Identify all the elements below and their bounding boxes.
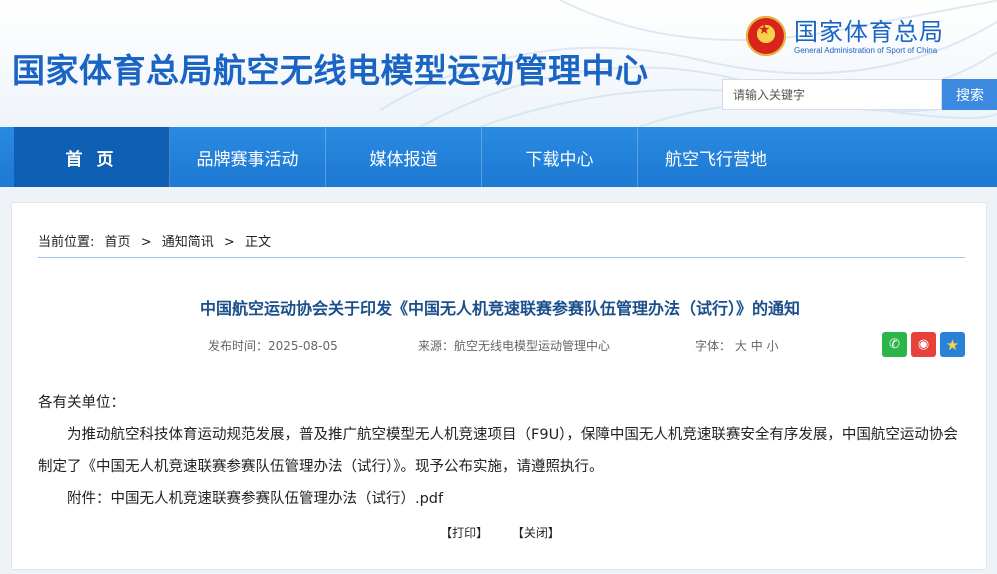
weibo-icon[interactable]: ◉ <box>911 332 936 357</box>
breadcrumb-section-link[interactable]: 通知简讯 <box>162 235 214 250</box>
logo-en-text: General Administration of Sport of China <box>794 45 938 55</box>
salutation: 各有关单位： <box>38 395 125 411</box>
wechat-icon[interactable]: ✆ <box>882 332 907 357</box>
nav-item-downloads[interactable]: 下载中心 <box>482 127 638 187</box>
site-title: 国家体育总局航空无线电模型运动管理中心 <box>12 51 649 90</box>
breadcrumb-prefix: 当前位置: <box>38 235 95 250</box>
article-actions: 【打印】 【关闭】 <box>12 524 988 541</box>
logo[interactable]: 国家体育总局 General Administration of Sport o… <box>746 16 944 56</box>
font-size-switcher: 字体： 大 中 小 <box>695 337 779 354</box>
share-bar: ✆ ◉ ★ <box>882 332 965 357</box>
favorite-star-icon[interactable]: ★ <box>940 332 965 357</box>
breadcrumb-separator: > <box>223 235 235 250</box>
breadcrumb-separator: > <box>140 235 152 250</box>
logo-cn-text: 国家体育总局 <box>794 17 944 46</box>
article-panel: 当前位置: 首页 > 通知简讯 > 正文 中国航空运动协会关于印发《中国无人机竞… <box>11 202 987 570</box>
nav-item-home[interactable]: 首 页 <box>14 127 170 187</box>
breadcrumb-current: 正文 <box>244 235 271 250</box>
divider <box>38 257 965 258</box>
nav-item-flight-camp[interactable]: 航空飞行营地 <box>638 127 794 187</box>
breadcrumb: 当前位置: 首页 > 通知简讯 > 正文 <box>38 231 277 250</box>
national-emblem-icon <box>746 16 786 56</box>
publish-time: 发布时间：2025-08-05 <box>208 339 338 353</box>
search-box: 搜索 <box>722 79 997 110</box>
search-input[interactable] <box>722 79 942 110</box>
font-large-link[interactable]: 大 <box>735 339 747 353</box>
site-header: 国家体育总局航空无线电模型运动管理中心 国家体育总局 General Admin… <box>0 0 997 127</box>
font-small-link[interactable]: 小 <box>767 339 779 353</box>
font-size-label: 字体： <box>695 339 732 353</box>
body-paragraph: 为推动航空科技体育运动规范发展，普及推广航空模型无人机竞速项目（F9U），保障中… <box>38 427 958 475</box>
breadcrumb-home-link[interactable]: 首页 <box>105 235 131 250</box>
nav-item-media[interactable]: 媒体报道 <box>326 127 482 187</box>
print-button[interactable]: 【打印】 <box>440 526 488 540</box>
font-medium-link[interactable]: 中 <box>751 339 763 353</box>
article-source: 来源：航空无线电模型运动管理中心 <box>418 339 611 353</box>
main-nav: 首 页 品牌赛事活动 媒体报道 下载中心 航空飞行营地 <box>0 127 997 187</box>
article-title: 中国航空运动协会关于印发《中国无人机竞速联赛参赛队伍管理办法（试行）》的通知 <box>199 299 800 318</box>
close-button[interactable]: 【关闭】 <box>512 526 560 540</box>
nav-item-brand-events[interactable]: 品牌赛事活动 <box>170 127 326 187</box>
attachment-link[interactable]: 附件：中国无人机竞速联赛参赛队伍管理办法（试行）.pdf <box>38 483 968 515</box>
search-button[interactable]: 搜索 <box>942 79 997 110</box>
article-body: 各有关单位： 为推动航空科技体育运动规范发展，普及推广航空模型无人机竞速项目（F… <box>38 387 968 515</box>
